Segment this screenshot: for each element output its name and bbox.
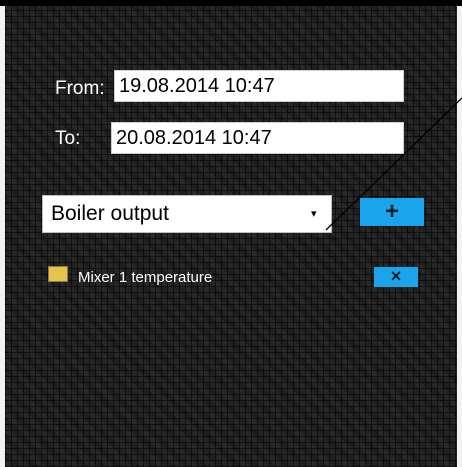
pointer-line	[325, 97, 462, 231]
pointer-line-stroke	[325, 97, 462, 231]
